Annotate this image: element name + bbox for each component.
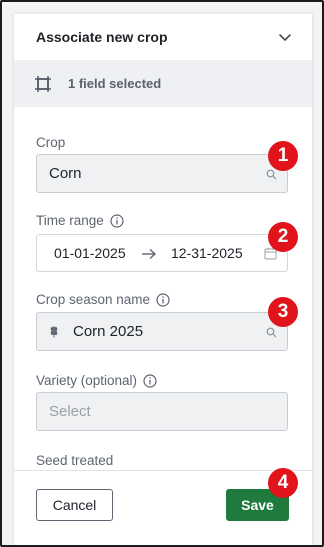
screenshot-frame: Associate new crop 1 field selected Crop… [0,0,324,547]
selection-bar: 1 field selected [14,60,312,107]
wheat-icon [50,326,58,338]
search-icon [266,327,277,338]
step-badge-2: 2 [268,222,298,252]
chevron-down-icon[interactable] [278,30,292,44]
start-date[interactable]: 01-01-2025 [54,245,126,261]
time-range-label: Time range [36,213,124,228]
panel-title: Associate new crop [36,29,168,45]
crop-input-value: Corn [49,165,82,182]
crop-label-text: Crop [36,135,66,150]
panel-header[interactable]: Associate new crop [14,14,312,60]
step-badge-4: 4 [268,468,298,498]
field-boundary-icon [35,75,51,92]
cancel-button[interactable]: Cancel [36,489,113,521]
crop-season-label: Crop season name [36,292,170,307]
info-icon[interactable] [110,213,124,228]
selection-text: 1 field selected [68,76,162,91]
time-range-label-text: Time range [36,213,104,228]
seed-treated-label: Seed treated [36,453,113,468]
crop-label: Crop [36,135,65,150]
step-badge-1: 1 [268,141,298,171]
crop-input[interactable]: Corn [36,154,288,193]
info-icon[interactable] [156,292,170,307]
info-icon[interactable] [143,373,157,388]
crop-season-label-text: Crop season name [36,292,151,307]
associate-crop-panel: Associate new crop 1 field selected Crop… [14,14,312,545]
time-range-picker[interactable]: 01-01-2025 12-31-2025 [36,234,288,272]
crop-season-value: Corn 2025 [73,323,144,340]
arrow-right-icon [142,248,157,260]
search-icon [266,169,277,180]
crop-season-input[interactable]: Corn 2025 [36,312,288,351]
end-date[interactable]: 12-31-2025 [171,245,243,261]
step-badge-3: 3 [268,297,298,327]
variety-placeholder: Select [49,403,91,420]
variety-label-text: Variety (optional) [36,373,138,388]
variety-select[interactable]: Select [36,392,288,431]
variety-label: Variety (optional) [36,373,157,388]
seed-treated-label-text: Seed treated [36,453,114,468]
